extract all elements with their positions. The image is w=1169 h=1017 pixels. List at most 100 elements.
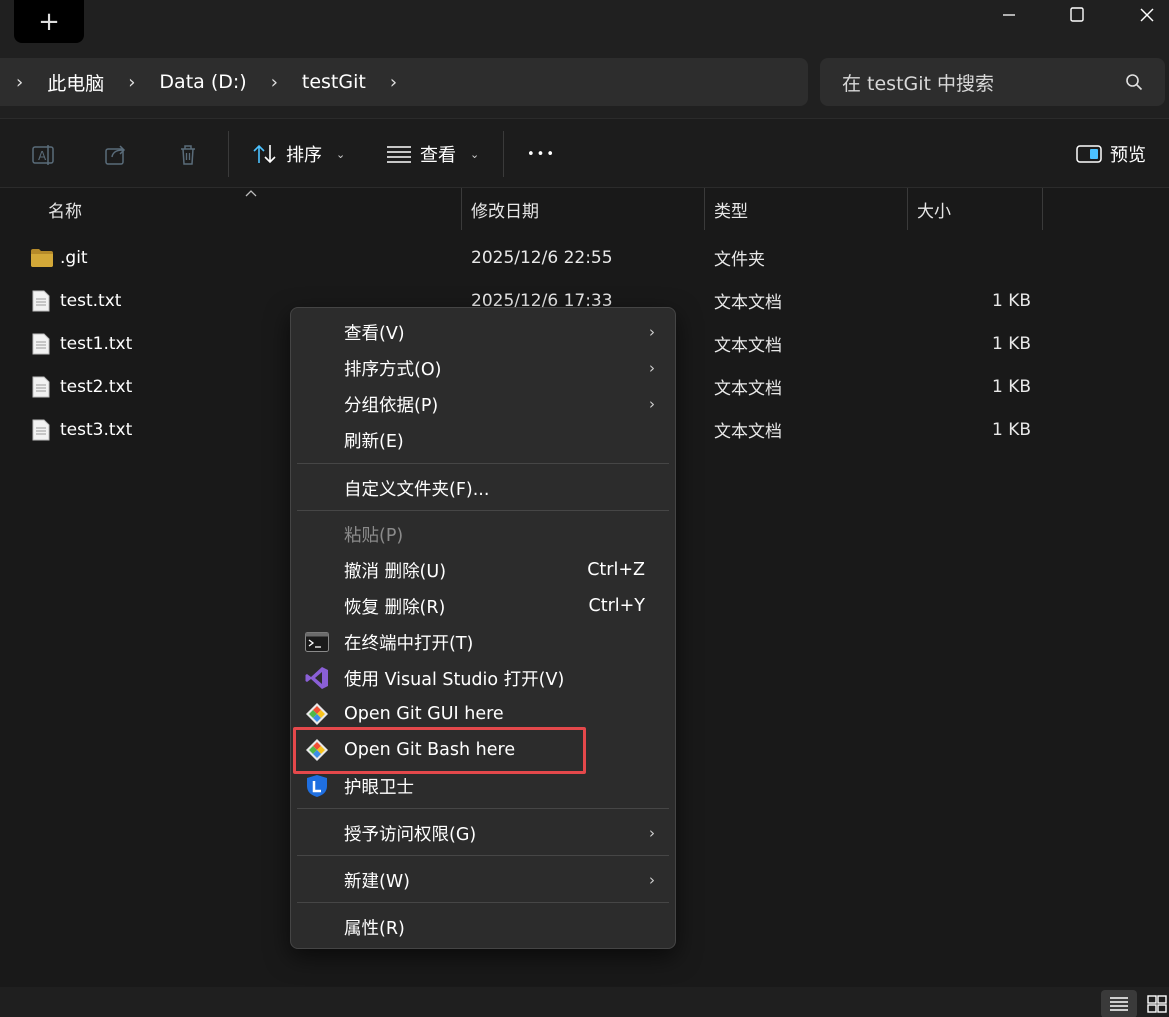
breadcrumb-this-pc[interactable]: 此电脑: [37, 69, 114, 96]
column-name-label: 名称: [48, 201, 82, 222]
chevron-right-icon[interactable]: ›: [0, 72, 37, 93]
menu-item-label: 属性(R): [344, 918, 405, 939]
file-name: test1.txt: [60, 333, 133, 354]
toolbar-divider: [503, 131, 504, 177]
menu-separator: [297, 510, 669, 511]
details-view-button[interactable]: [1101, 990, 1137, 1017]
title-bar: +: [0, 0, 1169, 46]
chevron-right-icon: ›: [649, 824, 655, 842]
view-list-icon: [387, 146, 411, 163]
maximize-button[interactable]: [1054, 0, 1100, 30]
chevron-right-icon: ›: [649, 871, 655, 889]
close-icon: [1140, 8, 1154, 22]
menu-separator: [297, 808, 669, 809]
breadcrumb-folder[interactable]: testGit: [292, 71, 376, 93]
column-type[interactable]: 类型: [714, 188, 748, 230]
menu-item-label: 排序方式(O): [344, 359, 442, 380]
file-type: 文件夹: [714, 250, 765, 270]
text-file-icon: [32, 322, 50, 365]
column-divider[interactable]: [907, 188, 908, 230]
menu-item-label: 撤消 删除(U): [344, 561, 447, 582]
menu-item-label: 新建(W): [344, 871, 410, 892]
menu-item-label: 刷新(E): [344, 431, 404, 452]
toolbar-divider: [228, 131, 229, 177]
menu-item-open-terminal[interactable]: 在终端中打开(T): [291, 624, 675, 660]
command-bar: A 排序 ⌄ 查看 ⌄ ••• 预览: [0, 118, 1169, 188]
menu-item-properties[interactable]: 属性(R): [291, 909, 675, 945]
delete-button[interactable]: [174, 141, 202, 169]
chevron-right-icon: ›: [649, 323, 655, 341]
chevron-right-icon[interactable]: ›: [376, 72, 411, 93]
text-file-icon: [32, 408, 50, 451]
file-date: 2025/12/6 22:55: [471, 247, 613, 268]
more-icon: •••: [527, 146, 557, 162]
new-tab-button[interactable]: +: [14, 0, 84, 43]
sort-label: 排序: [286, 145, 322, 166]
menu-item-label: 自定义文件夹(F)...: [344, 479, 490, 500]
sort-button[interactable]: 排序 ⌄: [252, 135, 345, 173]
column-divider[interactable]: [704, 188, 705, 230]
highlight-box: [293, 727, 586, 774]
breadcrumb-drive[interactable]: Data (D:): [149, 71, 256, 93]
chevron-down-icon: ⌄: [336, 147, 346, 161]
menu-item-label: 恢复 删除(R): [344, 597, 446, 618]
maximize-icon: [1070, 7, 1084, 22]
menu-item-view[interactable]: 查看(V) ›: [291, 314, 675, 350]
chevron-down-icon: ⌄: [470, 147, 480, 161]
menu-item-label: 分组依据(P): [344, 395, 439, 416]
column-size[interactable]: 大小: [917, 188, 951, 230]
chevron-right-icon: ›: [649, 395, 655, 413]
preview-label: 预览: [1110, 145, 1146, 166]
address-bar[interactable]: › 此电脑 › Data (D:) › testGit ›: [0, 58, 808, 106]
sort-icon: [253, 144, 276, 164]
status-bar: [0, 987, 1169, 1017]
more-options-button[interactable]: •••: [527, 135, 556, 173]
tiles-view-icon: [1147, 995, 1167, 1013]
menu-item-grant-access[interactable]: 授予访问权限(G) ›: [291, 815, 675, 851]
file-type: 文本文档: [714, 379, 782, 399]
share-button[interactable]: [102, 141, 130, 169]
column-type-label: 类型: [714, 201, 748, 222]
view-button[interactable]: 查看 ⌄: [386, 135, 479, 173]
menu-item-customize-folder[interactable]: 自定义文件夹(F)...: [291, 470, 675, 506]
share-icon: [105, 145, 126, 165]
chevron-right-icon[interactable]: ›: [114, 72, 149, 93]
close-button[interactable]: [1124, 0, 1169, 30]
file-name: test2.txt: [60, 376, 133, 397]
file-row[interactable]: .git 2025/12/6 22:55 文件夹: [0, 236, 1169, 279]
menu-item-undo-delete[interactable]: 撤消 删除(U) Ctrl+Z: [291, 552, 675, 588]
menu-item-label: Open Git GUI here: [344, 704, 504, 724]
column-divider[interactable]: [1042, 188, 1043, 230]
menu-item-new[interactable]: 新建(W) ›: [291, 862, 675, 898]
search-icon: [1126, 74, 1143, 91]
menu-item-redo-delete[interactable]: 恢复 删除(R) Ctrl+Y: [291, 588, 675, 624]
column-date-label: 修改日期: [471, 201, 539, 222]
menu-item-shortcut: Ctrl+Z: [587, 560, 645, 580]
file-name: test.txt: [60, 290, 122, 311]
rename-icon: A: [32, 145, 54, 165]
column-divider[interactable]: [461, 188, 462, 230]
minimize-button[interactable]: [986, 0, 1032, 30]
search-box[interactable]: 在 testGit 中搜索: [820, 58, 1165, 106]
text-file-icon: [32, 279, 50, 322]
preview-pane-button[interactable]: 预览: [1076, 135, 1146, 173]
menu-item-open-visual-studio[interactable]: 使用 Visual Studio 打开(V): [291, 660, 675, 696]
search-input[interactable]: 在 testGit 中搜索: [842, 69, 1125, 96]
chevron-right-icon: ›: [649, 359, 655, 377]
file-size: [917, 236, 1031, 279]
menu-separator: [297, 855, 669, 856]
view-label: 查看: [420, 145, 456, 166]
column-name[interactable]: 名称: [48, 188, 82, 230]
column-date[interactable]: 修改日期: [471, 188, 539, 230]
tiles-view-button[interactable]: [1139, 990, 1169, 1017]
shield-icon: [304, 774, 330, 798]
chevron-right-icon[interactable]: ›: [257, 72, 292, 93]
menu-separator: [297, 463, 669, 464]
folder-icon: [30, 236, 54, 279]
menu-item-sort-by[interactable]: 排序方式(O) ›: [291, 350, 675, 386]
menu-item-refresh[interactable]: 刷新(E): [291, 422, 675, 458]
menu-item-group-by[interactable]: 分组依据(P) ›: [291, 386, 675, 422]
preview-pane-icon: [1076, 145, 1102, 163]
rename-button[interactable]: A: [30, 141, 58, 169]
terminal-icon: [304, 630, 330, 654]
